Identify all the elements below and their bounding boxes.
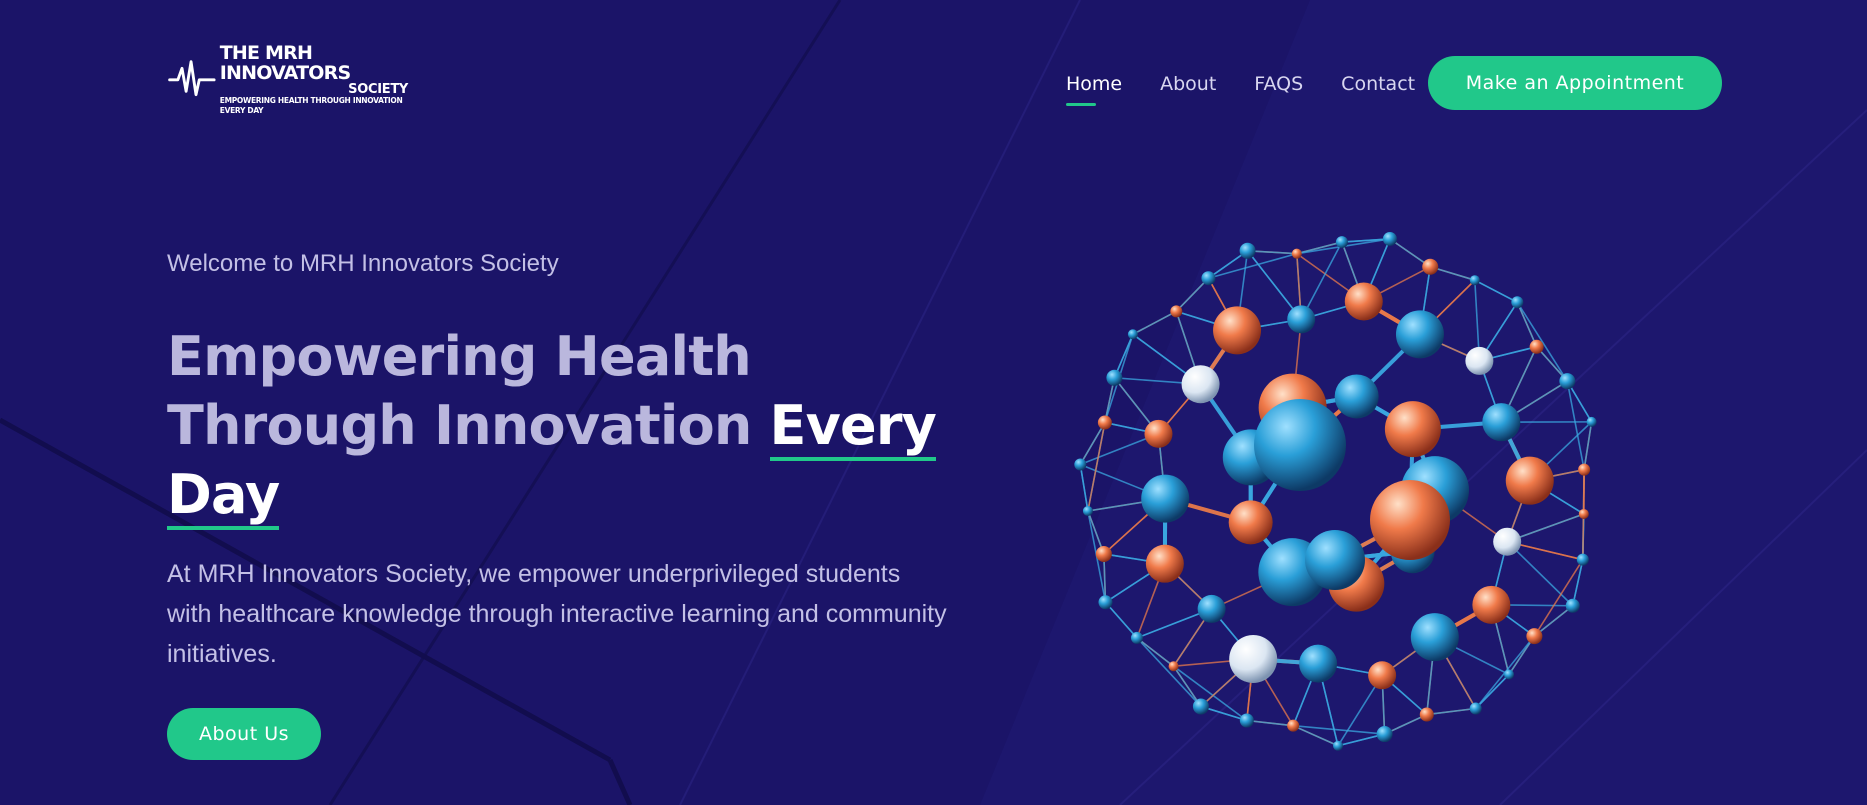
molecule-bond: [1293, 724, 1385, 735]
molecule-atom: [1305, 530, 1365, 590]
molecule-atom: [1239, 242, 1256, 259]
molecule-atom: [1291, 248, 1302, 259]
molecule-atom: [1127, 329, 1138, 340]
molecule-atom: [1335, 236, 1348, 249]
molecule-atom: [1213, 306, 1262, 355]
molecule-atom: [1576, 553, 1589, 566]
molecule-bond: [1516, 301, 1538, 348]
molecule-atom: [1228, 500, 1273, 545]
logo-tagline: EMPOWERING HEALTH THROUGH INNOVATION EVE…: [219, 95, 403, 115]
hero-description: At MRH Innovators Society, we empower un…: [167, 560, 947, 668]
molecule-atom: [1287, 719, 1300, 732]
molecule-atom: [1529, 339, 1544, 354]
headline-highlight-day: Day: [167, 463, 280, 530]
molecule-atom: [1170, 305, 1183, 318]
nav-contact[interactable]: Contact: [1341, 72, 1415, 108]
molecule-atom: [1168, 661, 1179, 672]
molecule-atom: [1472, 585, 1511, 624]
about-us-button[interactable]: About Us: [167, 708, 321, 760]
molecule-network-illustration: [1074, 231, 1597, 751]
molecule-atom: [1106, 369, 1123, 386]
molecule-bond: [1079, 464, 1089, 512]
hero-headline: Empowering Health Through Innovation Eve…: [167, 322, 947, 530]
site-logo[interactable]: THE MRH INNOVATORS SOCIETY EMPOWERING HE…: [168, 43, 408, 115]
molecule-bond: [1104, 601, 1138, 639]
molecule-atom: [1586, 416, 1597, 427]
molecule-atom: [1141, 474, 1190, 523]
molecule-atom: [1493, 527, 1522, 556]
main-nav: Home About FAQS Contact: [1066, 72, 1453, 108]
molecule-atom: [1239, 713, 1254, 728]
molecule-atom: [1181, 365, 1220, 404]
molecule-atom: [1344, 282, 1383, 321]
molecule-atom: [1578, 508, 1589, 519]
molecule-atom: [1333, 740, 1344, 751]
molecule-atom: [1229, 635, 1278, 684]
molecule-atom: [1578, 463, 1591, 476]
molecule-atom: [1074, 458, 1087, 471]
molecule-atom: [1130, 631, 1143, 644]
molecule-atom: [1201, 271, 1216, 286]
headline-highlight-every: Every: [769, 394, 937, 461]
molecule-atom: [1334, 374, 1379, 419]
molecule-atom: [1505, 456, 1554, 505]
molecule-atom: [1565, 598, 1580, 613]
molecule-atom: [1145, 544, 1184, 583]
molecule-atom: [1384, 401, 1441, 458]
molecule-bond: [1516, 301, 1569, 382]
logo-subtitle: SOCIETY: [348, 81, 408, 97]
molecule-atom: [1376, 726, 1393, 743]
molecule-atom: [1144, 419, 1173, 448]
molecule-bond: [1426, 707, 1476, 716]
molecule-atom: [1395, 310, 1444, 359]
molecule-atom: [1410, 613, 1459, 662]
molecule-bond: [1136, 637, 1202, 707]
molecule-atom: [1197, 594, 1226, 623]
molecule-atom: [1465, 346, 1494, 375]
molecule-bond: [1533, 559, 1584, 637]
molecule-atom: [1469, 275, 1480, 286]
molecule-atom: [1526, 628, 1543, 645]
molecule-atom: [1382, 231, 1397, 246]
molecule-atom: [1192, 698, 1209, 715]
nav-about[interactable]: About: [1160, 72, 1216, 108]
molecule-atom: [1419, 707, 1434, 722]
molecule-atom: [1422, 258, 1439, 275]
molecule-atom: [1098, 595, 1113, 610]
molecule-atom: [1097, 415, 1112, 430]
molecule-atom: [1095, 545, 1112, 562]
headline-text: Empowering Health Through Innovation: [167, 325, 770, 457]
molecule-bond: [1474, 279, 1518, 304]
molecule-atom: [1299, 644, 1338, 683]
molecule-atom: [1559, 373, 1576, 390]
welcome-text: Welcome to MRH Innovators Society: [167, 250, 559, 277]
heartbeat-icon: [168, 60, 216, 97]
logo-title: THE MRH INNOVATORS: [219, 41, 351, 84]
molecule-atom: [1287, 305, 1316, 334]
molecule-atom: [1469, 702, 1482, 715]
molecule-bond: [1132, 310, 1177, 336]
molecule-bond: [1136, 637, 1175, 667]
molecule-atom: [1254, 399, 1346, 491]
molecule-bond: [1583, 421, 1593, 470]
molecule-atom: [1082, 506, 1093, 516]
molecule-atom: [1370, 480, 1450, 560]
molecule-atom: [1482, 403, 1521, 442]
nav-faqs[interactable]: FAQS: [1254, 72, 1303, 108]
molecule-atom: [1368, 661, 1397, 690]
molecule-atom: [1511, 296, 1524, 309]
nav-home[interactable]: Home: [1066, 72, 1122, 108]
make-appointment-button[interactable]: Make an Appointment: [1428, 56, 1722, 110]
molecule-atom: [1504, 669, 1515, 680]
